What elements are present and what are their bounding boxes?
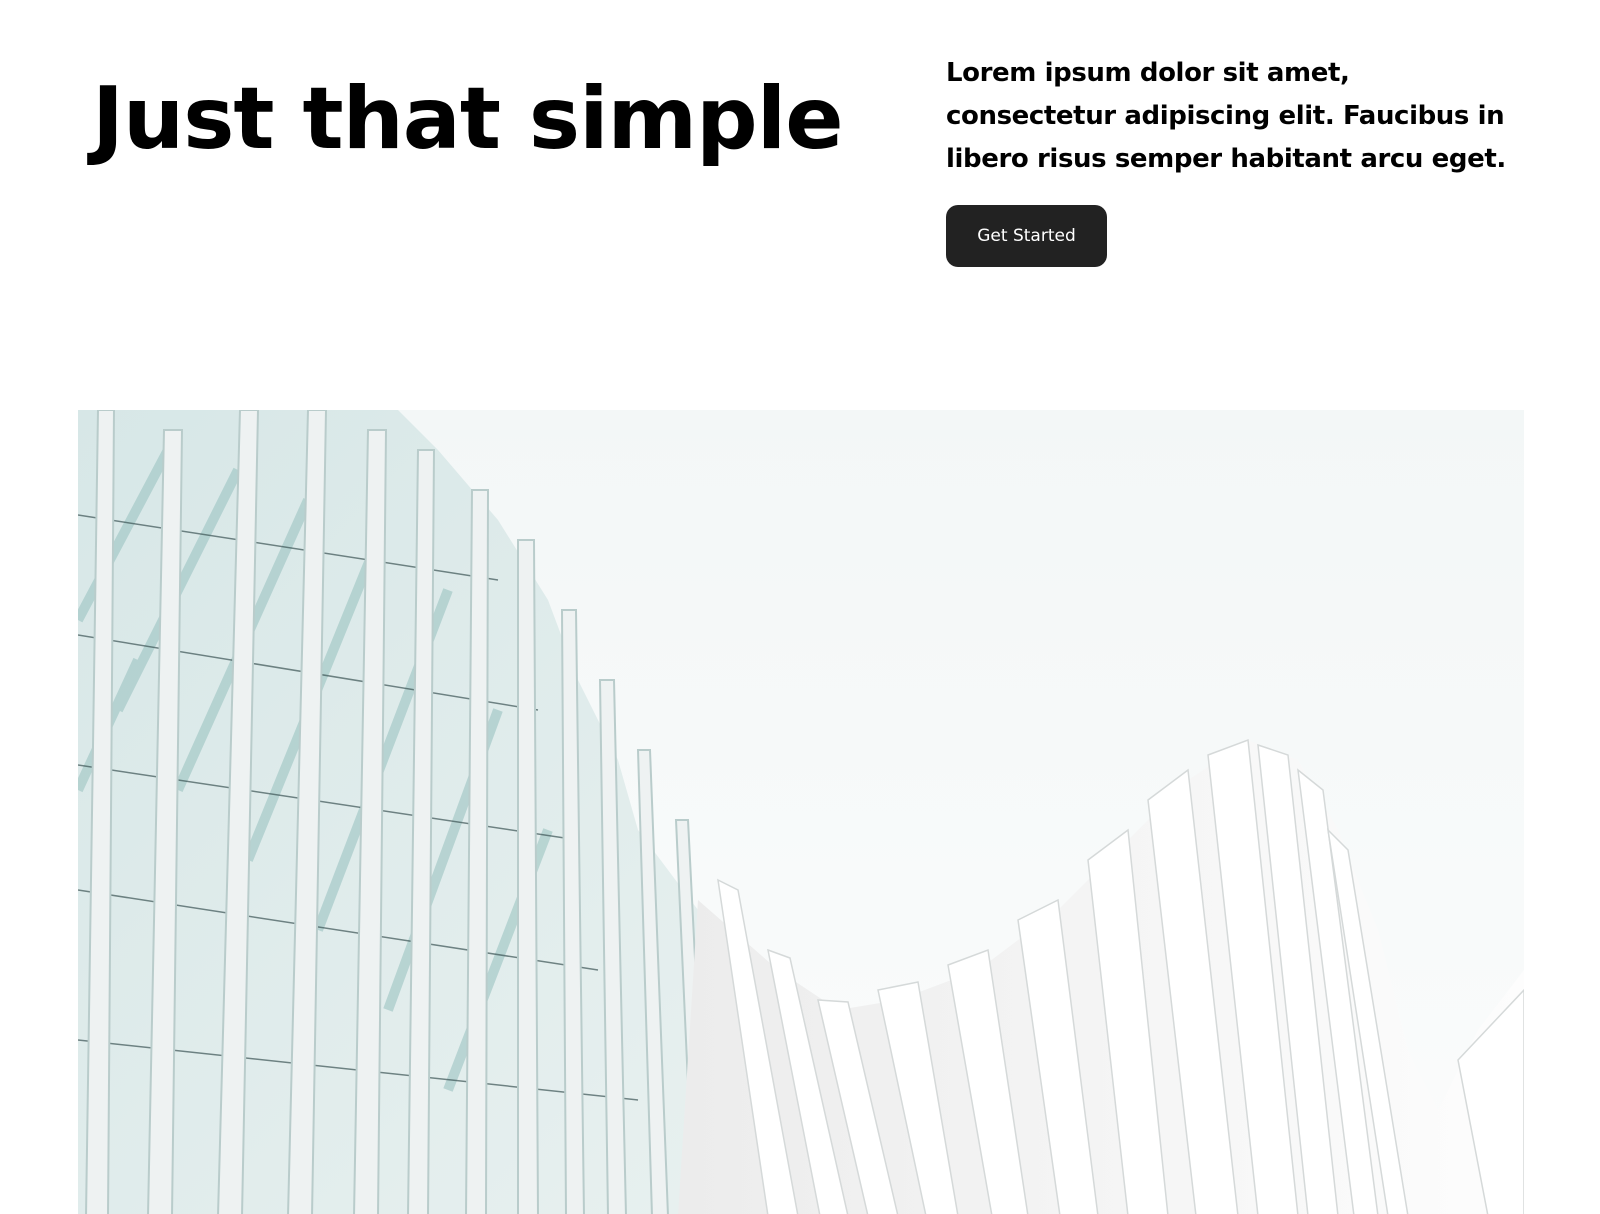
hero-description: Lorem ipsum dolor sit amet, consectetur … — [946, 58, 1506, 174]
get-started-button[interactable]: Get Started — [946, 205, 1107, 267]
landing-page: Just that simple Lorem ipsum dolor sit a… — [0, 0, 1600, 1214]
architecture-hero-image — [78, 410, 1524, 1214]
hero-intro: Lorem ipsum dolor sit amet, consectetur … — [946, 52, 1506, 267]
hero-title: Just that simple — [92, 69, 844, 169]
architecture-image-illustration — [78, 410, 1524, 1214]
